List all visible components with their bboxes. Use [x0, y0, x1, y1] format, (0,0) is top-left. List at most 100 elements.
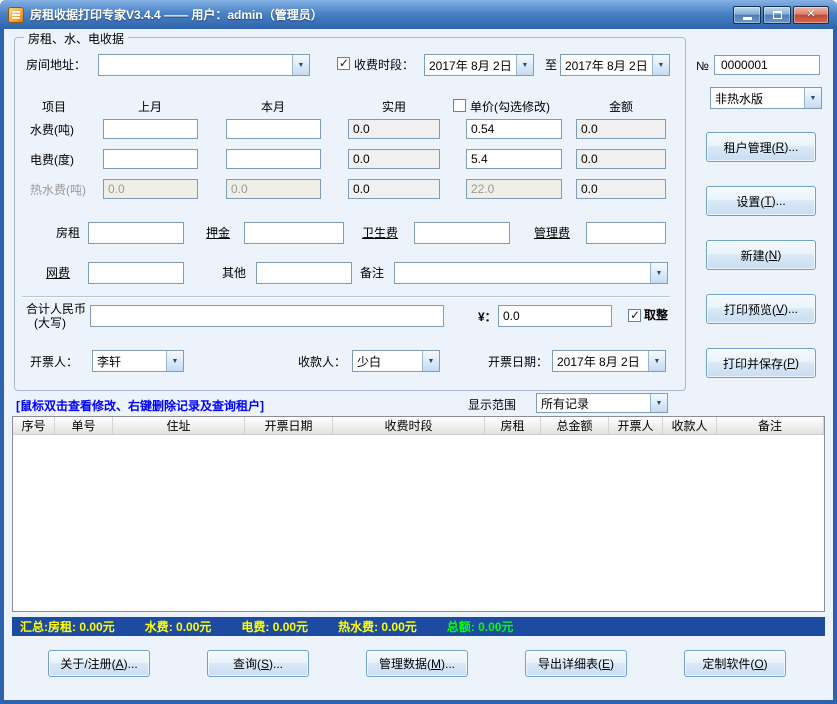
- dropdown-arrow-icon[interactable]: ▼: [652, 55, 669, 75]
- electricity-row-label: 电费(度): [30, 153, 74, 167]
- electricity-amount-field: [576, 149, 666, 169]
- query-button[interactable]: 查询(S)...: [207, 650, 309, 677]
- deposit-label[interactable]: 押金: [206, 226, 230, 240]
- summary-hot-water: 热水费: 0.00元: [338, 618, 417, 635]
- other-fee-label: 其他: [222, 266, 246, 280]
- column-header-payee[interactable]: 收款人: [663, 417, 717, 434]
- dropdown-arrow-icon[interactable]: ▼: [648, 351, 665, 371]
- titlebar: 房租收据打印专家V3.4.4 —— 用户：admin（管理员） ✕: [0, 0, 837, 29]
- water-usage-field: [348, 119, 440, 139]
- room-address-label: 房间地址：: [26, 58, 86, 72]
- total-amount-input[interactable]: [498, 305, 612, 327]
- window-title: 房租收据打印专家V3.4.4 —— 用户：admin（管理员）: [30, 6, 733, 23]
- grid-col-this-month: 本月: [261, 100, 285, 114]
- dropdown-arrow-icon[interactable]: ▼: [804, 88, 821, 108]
- print-save-button[interactable]: 打印并保存(P): [706, 348, 816, 378]
- minimize-button[interactable]: [733, 6, 761, 24]
- period-to-date[interactable]: 2017年 8月 2日 ▼: [560, 54, 670, 76]
- receipt-no-field: 0000001: [714, 55, 820, 75]
- round-checkbox[interactable]: [628, 309, 641, 322]
- water-unit-price-input[interactable]: [466, 119, 562, 139]
- room-address-combo[interactable]: ▼: [98, 54, 310, 76]
- app-window: 房租收据打印专家V3.4.4 —— 用户：admin（管理员） ✕ 房租、水、电…: [0, 0, 837, 704]
- export-detail-button[interactable]: 导出详细表(E): [525, 650, 627, 677]
- management-fee-input[interactable]: [586, 222, 666, 244]
- close-button[interactable]: ✕: [793, 6, 829, 24]
- display-range-combo[interactable]: 所有记录 ▼: [536, 393, 668, 413]
- water-row-label: 水费(吨): [30, 123, 74, 137]
- tenant-manage-button[interactable]: 租户管理(R)...: [706, 132, 816, 162]
- drawer-combo[interactable]: 李轩 ▼: [92, 350, 184, 372]
- column-header-rent[interactable]: 房租: [485, 417, 541, 434]
- period-to-label: 至: [545, 58, 557, 72]
- version-combo[interactable]: 非热水版 ▼: [710, 87, 822, 109]
- about-register-button[interactable]: 关于/注册(A)...: [48, 650, 150, 677]
- maximize-button[interactable]: [763, 6, 791, 24]
- minimize-icon: [743, 17, 752, 20]
- period-to-value: 2017年 8月 2日: [561, 57, 652, 74]
- round-label: 取整: [644, 308, 668, 322]
- grid-col-item: 项目: [42, 100, 66, 114]
- invoice-date-label: 开票日期：: [488, 355, 548, 369]
- column-header-period[interactable]: 收费时段: [333, 417, 485, 434]
- client-area: 房租、水、电收据 房间地址： ▼ 收费时段： 2017年 8月 2日 ▼ 至 2…: [4, 29, 833, 700]
- column-header-drawer[interactable]: 开票人: [609, 417, 663, 434]
- management-fee-label[interactable]: 管理费: [534, 226, 570, 240]
- hot-water-amount-field: [576, 179, 666, 199]
- custom-software-button[interactable]: 定制软件(O): [684, 650, 786, 677]
- receipt-groupbox: [14, 37, 686, 391]
- invoice-date-combo[interactable]: 2017年 8月 2日 ▼: [552, 350, 666, 372]
- grid-col-unit-price: 单价(勾选修改): [470, 100, 550, 114]
- dropdown-arrow-icon[interactable]: ▼: [516, 55, 533, 75]
- print-preview-button[interactable]: 打印预览(V)...: [706, 294, 816, 324]
- hot-water-row-label: 热水费(吨): [30, 183, 86, 197]
- remark-combo[interactable]: ▼: [394, 262, 668, 284]
- summary-water: 水费: 0.00元: [145, 618, 212, 635]
- payee-combo[interactable]: 少白 ▼: [352, 350, 440, 372]
- invoice-date-value: 2017年 8月 2日: [553, 353, 648, 370]
- payee-label: 收款人：: [298, 355, 346, 369]
- electricity-unit-price-input[interactable]: [466, 149, 562, 169]
- sanitation-fee-input[interactable]: [414, 222, 510, 244]
- water-this-month-input[interactable]: [226, 119, 321, 139]
- column-header-total[interactable]: 总金额: [541, 417, 609, 434]
- settings-button[interactable]: 设置(T)...: [706, 186, 816, 216]
- app-icon: [8, 7, 24, 23]
- records-table-header: 序号 单号 住址 开票日期 收费时段 房租 总金额 开票人 收款人 备注: [13, 417, 824, 435]
- dropdown-arrow-icon[interactable]: ▼: [650, 394, 667, 412]
- manage-data-button[interactable]: 管理数据(M)...: [366, 650, 468, 677]
- receipt-no-label: №: [696, 59, 709, 73]
- column-header-index[interactable]: 序号: [13, 417, 55, 434]
- internet-fee-label[interactable]: 网费: [46, 266, 70, 280]
- column-header-address[interactable]: 住址: [113, 417, 245, 434]
- column-header-remark[interactable]: 备注: [717, 417, 824, 434]
- summary-rent: 汇总:房租: 0.00元: [20, 618, 115, 635]
- column-header-date[interactable]: 开票日期: [245, 417, 333, 434]
- unit-price-checkbox[interactable]: [453, 99, 466, 112]
- grid-col-usage: 实用: [382, 100, 406, 114]
- water-last-month-input[interactable]: [103, 119, 198, 139]
- electricity-last-month-input[interactable]: [103, 149, 198, 169]
- rent-input[interactable]: [88, 222, 184, 244]
- period-from-value: 2017年 8月 2日: [425, 57, 516, 74]
- column-header-order-no[interactable]: 单号: [55, 417, 113, 434]
- dropdown-arrow-icon[interactable]: ▼: [422, 351, 439, 371]
- period-checkbox[interactable]: [337, 57, 350, 70]
- dropdown-arrow-icon[interactable]: ▼: [166, 351, 183, 371]
- period-from-date[interactable]: 2017年 8月 2日 ▼: [424, 54, 534, 76]
- rent-label: 房租: [56, 226, 80, 240]
- drawer-label: 开票人：: [30, 355, 78, 369]
- summary-total: 总额: 0.00元: [447, 618, 514, 635]
- electricity-this-month-input[interactable]: [226, 149, 321, 169]
- internet-fee-input[interactable]: [88, 262, 184, 284]
- other-fee-input[interactable]: [256, 262, 352, 284]
- records-table-body[interactable]: [13, 435, 824, 611]
- deposit-input[interactable]: [244, 222, 344, 244]
- new-button[interactable]: 新建(N): [706, 240, 816, 270]
- dropdown-arrow-icon[interactable]: ▼: [650, 263, 667, 283]
- electricity-usage-field: [348, 149, 440, 169]
- display-range-value: 所有记录: [537, 395, 650, 412]
- sanitation-fee-label[interactable]: 卫生费: [362, 226, 398, 240]
- dropdown-arrow-icon[interactable]: ▼: [292, 55, 309, 75]
- records-table: 序号 单号 住址 开票日期 收费时段 房租 总金额 开票人 收款人 备注: [12, 416, 825, 612]
